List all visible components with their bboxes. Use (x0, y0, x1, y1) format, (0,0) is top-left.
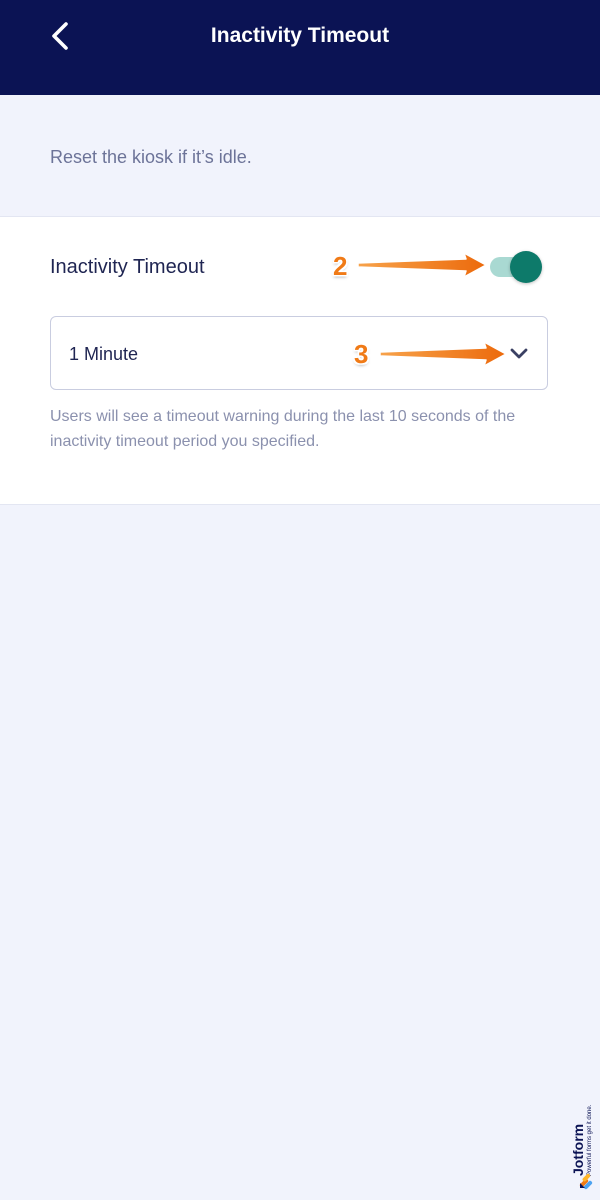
inactivity-timeout-label: Inactivity Timeout (50, 256, 205, 278)
inactivity-timeout-toggle[interactable] (488, 251, 546, 283)
toggle-thumb (510, 251, 542, 283)
intro-description: Reset the kiosk if it’s idle. (50, 147, 252, 167)
watermark-brand: Jotform (570, 1123, 586, 1176)
jotform-watermark: Jotform Powerful forms get it done. (556, 1104, 600, 1192)
annotation-label-3: 3 (354, 339, 369, 369)
page-title: Inactivity Timeout (210, 24, 390, 47)
timeout-helper-text: Users will see a timeout warning during … (50, 408, 516, 450)
app-bar: Inactivity Timeout (0, 0, 600, 95)
chevron-down-icon (510, 348, 528, 359)
timeout-duration-select[interactable]: 1 Minute (50, 316, 548, 390)
annotation-arrows (357, 252, 507, 367)
jotform-logo-icon (579, 1173, 593, 1190)
timeout-settings-card: Inactivity Timeout 1 Minute Users will s… (0, 216, 600, 505)
annotation-label-2: 2 (333, 251, 348, 281)
watermark-tagline: Powerful forms get it done. (587, 1104, 593, 1176)
timeout-duration-value: 1 Minute (69, 344, 139, 364)
